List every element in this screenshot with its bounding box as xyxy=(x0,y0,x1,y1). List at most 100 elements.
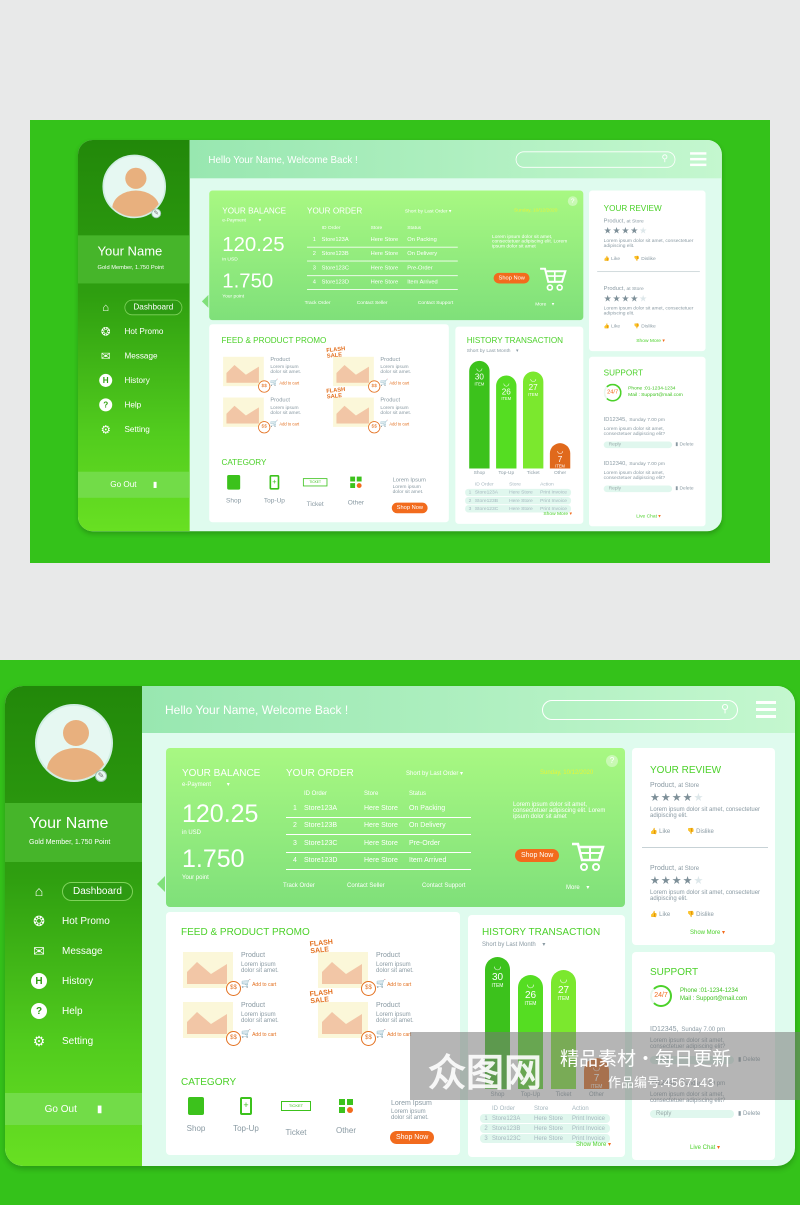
bar-ticket[interactable]: ◡ 27 ITEM xyxy=(522,371,544,469)
dislike-button[interactable]: 👎 Dislike xyxy=(634,256,656,262)
sidebar-item-help[interactable]: ? Help xyxy=(30,996,133,1026)
product-image[interactable]: $$ FLASH SALE xyxy=(326,346,381,393)
delete-button[interactable]: ▮ Delete xyxy=(675,442,693,447)
table-row[interactable]: 3 Store123C Here Store Pre-Order xyxy=(307,261,458,276)
search-input[interactable]: ⚲ xyxy=(515,151,676,168)
table-row[interactable]: 2 Store123B Here Store On Delivery xyxy=(307,247,458,262)
add-to-cart-button[interactable]: 🛒 Add to cart xyxy=(380,379,409,386)
history-show-more-link[interactable]: Show More ▾ xyxy=(543,511,572,517)
add-to-cart-button[interactable]: 🛒 Add to cart xyxy=(380,420,409,427)
history-show-more-link[interactable]: Show More ▾ xyxy=(576,1141,611,1148)
sidebar-item-hot-promo[interactable]: ❂ Hot Promo xyxy=(98,319,182,343)
order-sort-select[interactable]: Short by Last Order ▾ xyxy=(405,208,451,214)
table-row[interactable]: 1 Store123A Here Store Print Invoice xyxy=(465,488,572,497)
delete-button[interactable]: ▮ Delete xyxy=(738,1110,760,1117)
category-item-ticket[interactable]: TICKET Ticket xyxy=(300,475,329,508)
dislike-button[interactable]: 👎 Dislike xyxy=(634,323,656,329)
sidebar-item-message[interactable]: ✉ Message xyxy=(30,936,133,966)
edit-icon[interactable]: ✎ xyxy=(95,770,107,782)
add-to-cart-button[interactable]: 🛒 Add to cart xyxy=(376,1029,411,1038)
go-out-button[interactable]: Go Out ▮ xyxy=(5,1093,142,1125)
table-row[interactable]: 2 Store123B Here Store Print Invoice xyxy=(480,1124,610,1133)
like-button[interactable]: 👍 Like xyxy=(604,256,620,262)
delete-button[interactable]: ▮ Delete xyxy=(675,486,693,491)
sidebar-item-message[interactable]: ✉ Message xyxy=(98,344,182,368)
product-image[interactable]: $$ xyxy=(183,1002,241,1046)
dislike-button[interactable]: 👎 Dislike xyxy=(687,911,714,918)
category-item-other[interactable]: Other xyxy=(328,1097,364,1135)
category-item-top-up[interactable]: + Top-Up xyxy=(228,1097,264,1133)
show-more-link[interactable]: Show More ▾ xyxy=(636,338,665,344)
help-button[interactable]: ? xyxy=(567,196,578,207)
reply-input[interactable]: Reply xyxy=(603,441,673,449)
add-to-cart-button[interactable]: 🛒 Add to cart xyxy=(376,979,411,988)
table-row[interactable]: 3 Store123C Here Store Pre-Order xyxy=(286,835,471,853)
add-to-cart-button[interactable]: 🛒 Add to cart xyxy=(241,1029,276,1038)
contact-seller-link[interactable]: Contact Seller xyxy=(347,883,385,889)
like-button[interactable]: 👍 Like xyxy=(604,323,620,329)
edit-icon[interactable]: ✎ xyxy=(151,208,162,219)
category-item-top-up[interactable]: + Top-Up xyxy=(260,474,289,504)
table-row[interactable]: 1 Store123A Here Store On Packing xyxy=(286,800,471,818)
live-chat-button[interactable]: Live Chat ▾ xyxy=(636,513,660,519)
more-button[interactable]: More ▾ xyxy=(535,301,554,307)
like-button[interactable]: 👍 Like xyxy=(650,828,670,835)
product-image[interactable]: $$ FLASH SALE xyxy=(326,387,381,434)
table-cell[interactable]: Print Invoice xyxy=(540,490,567,495)
product-image[interactable]: $$ FLASH SALE xyxy=(309,989,376,1046)
sidebar-item-setting[interactable]: ⚙ Setting xyxy=(98,417,182,441)
live-chat-button[interactable]: Live Chat ▾ xyxy=(690,1144,720,1151)
show-more-link[interactable]: Show More ▾ xyxy=(690,929,725,936)
help-button[interactable]: ? xyxy=(606,755,618,767)
add-to-cart-button[interactable]: 🛒 Add to cart xyxy=(270,420,299,427)
category-shop-now-button[interactable]: Shop Now xyxy=(390,1131,435,1144)
contact-support-link[interactable]: Contact Support xyxy=(418,301,453,306)
table-cell[interactable]: Print Invoice xyxy=(540,498,567,503)
bar-other[interactable]: ◡7ITEM xyxy=(549,443,571,469)
sidebar-item-hot-promo[interactable]: ❂ Hot Promo xyxy=(30,906,133,936)
table-row[interactable]: 2 Store123B Here Store On Delivery xyxy=(286,818,471,835)
sidebar-item-help[interactable]: ? Help xyxy=(98,393,182,417)
category-item-shop[interactable]: Shop xyxy=(219,474,248,504)
contact-seller-link[interactable]: Contact Seller xyxy=(357,301,388,306)
dislike-button[interactable]: 👎 Dislike xyxy=(687,828,714,835)
product-image[interactable]: $$ FLASH SALE xyxy=(309,939,376,996)
table-row[interactable]: 4 Store123D Here Store Item Arrived xyxy=(286,853,471,870)
bar-shop[interactable]: ◡ 30 ITEM xyxy=(469,360,490,469)
reply-input[interactable]: Reply xyxy=(650,1110,734,1118)
category-item-shop[interactable]: Shop xyxy=(178,1097,214,1133)
table-cell[interactable]: Print Invoice xyxy=(572,1126,605,1132)
sidebar-item-setting[interactable]: ⚙ Setting xyxy=(30,1026,133,1056)
hamburger-menu-icon[interactable] xyxy=(756,701,776,722)
product-image[interactable]: $$ xyxy=(183,952,241,996)
add-to-cart-button[interactable]: 🛒 Add to cart xyxy=(241,979,276,988)
go-out-button[interactable]: Go Out ▮ xyxy=(78,471,190,498)
table-row[interactable]: 4 Store123D Here Store Item Arrived xyxy=(307,276,458,290)
track-order-link[interactable]: Track Order xyxy=(283,883,315,889)
shop-now-button[interactable]: Shop Now xyxy=(493,272,530,284)
category-shop-now-button[interactable]: Shop Now xyxy=(391,502,428,514)
shop-now-button[interactable]: Shop Now xyxy=(515,849,560,862)
reply-input[interactable]: Reply xyxy=(603,485,673,493)
search-input[interactable]: ⚲ xyxy=(542,700,738,720)
category-item-ticket[interactable]: TICKET Ticket xyxy=(278,1097,314,1137)
category-item-other[interactable]: Other xyxy=(341,475,370,506)
sidebar-item-history[interactable]: H History xyxy=(98,368,182,392)
payment-method-select[interactable]: e-Payment ▾ xyxy=(182,781,230,788)
history-sort-select[interactable]: Short by Last Month ▾ xyxy=(467,348,519,354)
sidebar-item-dashboard[interactable]: ⌂ Dashboard xyxy=(98,295,183,319)
table-row[interactable]: 2 Store123B Here Store Print Invoice xyxy=(465,496,572,505)
table-row[interactable]: 1 Store123A Here Store On Packing xyxy=(307,233,458,248)
history-sort-select[interactable]: Short by Last Month ▾ xyxy=(482,941,545,948)
like-button[interactable]: 👍 Like xyxy=(650,911,670,918)
more-button[interactable]: More ▾ xyxy=(566,884,589,891)
bar-top-up[interactable]: ◡ 26 ITEM xyxy=(496,375,517,469)
table-row[interactable]: 1 Store123A Here Store Print Invoice xyxy=(480,1114,610,1123)
product-image[interactable]: $$ xyxy=(223,397,271,434)
add-to-cart-button[interactable]: 🛒 Add to cart xyxy=(270,379,299,386)
track-order-link[interactable]: Track Order xyxy=(305,301,331,306)
contact-support-link[interactable]: Contact Support xyxy=(422,883,465,889)
product-image[interactable]: $$ xyxy=(223,356,271,393)
hamburger-menu-icon[interactable] xyxy=(690,152,707,169)
payment-method-select[interactable]: e-Payment ▾ xyxy=(222,217,261,223)
